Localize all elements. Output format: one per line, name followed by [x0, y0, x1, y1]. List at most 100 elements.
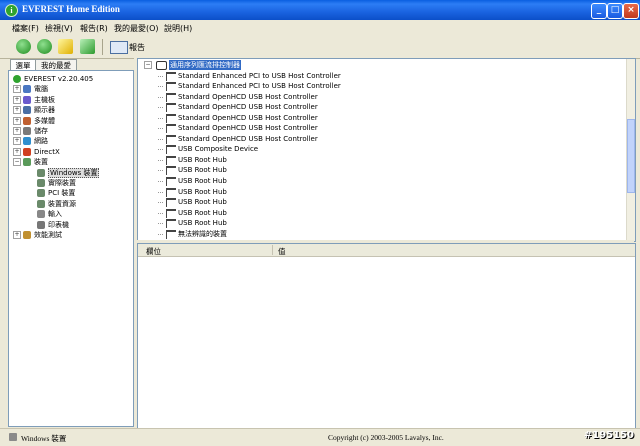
- tree-connector: [158, 128, 163, 130]
- usb-device-icon: [166, 134, 176, 144]
- tree-node-label: 印表機: [48, 220, 69, 229]
- tree-connector: [158, 149, 163, 151]
- tree-node-label: 電腦: [34, 85, 48, 94]
- menu-view[interactable]: 檢視(V): [45, 23, 73, 34]
- status-copyright: Copyright (c) 2003-2005 Lavalys, Inc.: [328, 433, 444, 442]
- motherboard-icon: [23, 95, 31, 104]
- tree-node-label: 輸入: [48, 210, 62, 219]
- directx-icon: [23, 147, 31, 156]
- tree-node-label: 裝置: [34, 158, 48, 167]
- devices-icon: [23, 158, 31, 167]
- title-bar[interactable]: i EVEREST Home Edition _ □ ×: [0, 0, 640, 20]
- usb-device-icon: [166, 229, 176, 239]
- device-name: USB Root Hub: [178, 166, 227, 175]
- usb-device-icon: [166, 82, 176, 92]
- menu-bar: 檔案(F) 檢視(V) 報告(R) 我的最愛(O) 說明(H): [0, 20, 640, 37]
- usb-device-icon: [166, 166, 176, 176]
- tree-node-label: 網路: [34, 137, 48, 146]
- tree-connector: [158, 212, 163, 214]
- tree-connector: [158, 223, 163, 225]
- usb-device-icon: [166, 71, 176, 81]
- network-icon: [23, 137, 31, 146]
- report-button-label[interactable]: 報告: [129, 42, 145, 53]
- column-divider[interactable]: [272, 245, 273, 255]
- expand-icon[interactable]: +: [13, 137, 21, 146]
- device-name: USB Root Hub: [178, 219, 227, 228]
- device-name: USB Root Hub: [178, 177, 227, 185]
- up-folder-icon[interactable]: [58, 39, 73, 54]
- column-header-value[interactable]: 值: [278, 246, 286, 257]
- device-name: USB Root Hub: [178, 155, 227, 164]
- tree-node-label: 儲存: [34, 127, 48, 135]
- device-name: Standard OpenHCD USB Host Controller: [178, 113, 318, 122]
- close-button[interactable]: ×: [623, 3, 639, 19]
- tree-connector: [158, 107, 163, 109]
- scrollbar-thumb[interactable]: [627, 119, 635, 193]
- pci-devices-icon: [37, 189, 45, 198]
- left-panel: 選單 我的最愛 EVEREST v2.20.405 + 電腦 + 主機板 + 顯示器 + 多媒體…: [8, 58, 134, 427]
- device-list-scrollbar[interactable]: [626, 59, 635, 241]
- back-arrow-icon[interactable]: [16, 39, 31, 54]
- printer-icon: [37, 220, 45, 229]
- forward-arrow-icon[interactable]: [37, 39, 52, 54]
- menu-file[interactable]: 檔案(F): [12, 23, 39, 34]
- tree-node-label: EVEREST v2.20.405: [24, 75, 94, 83]
- multimedia-icon: [23, 116, 31, 125]
- status-bar: Windows 裝置 Copyright (c) 2003-2005 Laval…: [0, 428, 640, 446]
- tree-connector: [158, 233, 163, 235]
- device-name: Standard OpenHCD USB Host Controller: [178, 103, 318, 112]
- benchmark-icon: [23, 231, 31, 239]
- usb-device-icon: [166, 177, 176, 186]
- tree-connector: [158, 96, 163, 98]
- expand-icon[interactable]: +: [13, 116, 21, 125]
- expand-icon[interactable]: +: [13, 231, 21, 239]
- usb-device-icon: [166, 219, 176, 229]
- menu-help[interactable]: 說明(H): [164, 23, 192, 34]
- tree-connector: [158, 159, 163, 161]
- device-list-panel: − 通用序列匯流排控制器 Standard Enhanced PCI to USB …: [137, 58, 636, 242]
- expand-icon[interactable]: +: [13, 95, 21, 104]
- minimize-button[interactable]: _: [591, 3, 607, 19]
- physical-devices-icon: [37, 179, 45, 187]
- tree-connector: [158, 181, 163, 182]
- windows-devices-icon: [37, 168, 45, 177]
- device-name: Standard OpenHCD USB Host Controller: [178, 92, 318, 101]
- tree-node-label: 裝置資源: [48, 199, 76, 208]
- tree-node-label: DirectX: [34, 147, 60, 156]
- refresh-icon[interactable]: [80, 39, 95, 54]
- device-resources-icon: [37, 199, 45, 208]
- tree-connector: [158, 202, 163, 204]
- storage-icon: [23, 127, 31, 135]
- tree-connector: [158, 75, 163, 77]
- menu-favorites[interactable]: 我的最愛(O): [114, 23, 159, 34]
- tree-connector: [158, 138, 163, 140]
- report-icon[interactable]: [110, 41, 128, 54]
- grid-header: 欄位 值: [138, 244, 635, 257]
- usb-device-icon: [166, 113, 176, 123]
- tree-node-label: Windows 裝置: [48, 167, 100, 178]
- maximize-button[interactable]: □: [607, 3, 623, 19]
- collapse-icon[interactable]: −: [13, 158, 21, 167]
- tree-connector: [158, 86, 163, 88]
- tree-node-label: 效能測試: [34, 231, 62, 239]
- device-name: Standard Enhanced PCI to USB Host Contro…: [178, 71, 341, 80]
- expand-icon[interactable]: +: [13, 106, 21, 115]
- expand-icon[interactable]: +: [13, 147, 21, 156]
- everest-app-icon: i: [5, 4, 18, 17]
- column-header-field[interactable]: 欄位: [146, 246, 161, 257]
- usb-device-icon: [166, 208, 176, 218]
- menu-report[interactable]: 報告(R): [80, 23, 108, 34]
- device-name: Standard OpenHCD USB Host Controller: [178, 124, 318, 133]
- expand-icon[interactable]: +: [13, 127, 21, 135]
- tree-connector: [158, 170, 163, 172]
- navigation-tree: EVEREST v2.20.405 + 電腦 + 主機板 + 顯示器 + 多媒體 + 儲存 + 網路 + D…: [8, 70, 134, 427]
- usb-device-icon: [166, 155, 176, 165]
- collapse-icon[interactable]: −: [144, 61, 152, 69]
- window-title: EVEREST Home Edition: [22, 4, 120, 14]
- toolbar-separator: [102, 39, 103, 55]
- expand-icon[interactable]: +: [13, 85, 21, 94]
- usb-device-icon: [166, 187, 176, 197]
- device-name: USB Root Hub: [178, 198, 227, 207]
- device-category-label: 通用序列匯流排控制器: [169, 60, 241, 70]
- display-icon: [23, 106, 31, 115]
